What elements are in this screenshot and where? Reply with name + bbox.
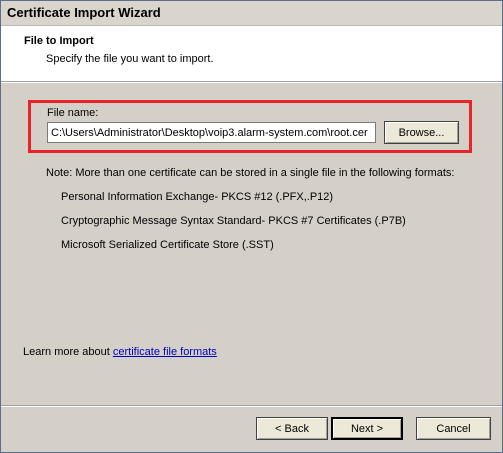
page-title: File to Import [24, 35, 94, 47]
footer-divider [1, 405, 502, 407]
cancel-button[interactable]: Cancel [416, 417, 491, 440]
title-bar: Certificate Import Wizard [1, 1, 502, 26]
learn-more-prefix: Learn more about [23, 346, 113, 358]
format-item-sst: Microsoft Serialized Certificate Store (… [61, 239, 274, 251]
learn-more-text: Learn more about certificate file format… [23, 346, 217, 358]
formats-note: Note: More than one certificate can be s… [46, 167, 455, 179]
next-button[interactable]: Next > [331, 417, 403, 440]
certificate-file-formats-link[interactable]: certificate file formats [113, 346, 217, 358]
back-button[interactable]: < Back [256, 417, 328, 440]
file-name-label: File name: [47, 107, 99, 119]
header-divider [1, 81, 502, 83]
certificate-import-wizard-window: Certificate Import Wizard File to Import… [0, 0, 503, 453]
window-title: Certificate Import Wizard [7, 5, 161, 20]
format-item-pfx: Personal Information Exchange- PKCS #12 … [61, 191, 334, 203]
format-item-p7b: Cryptographic Message Syntax Standard- P… [61, 215, 406, 227]
file-name-input[interactable] [47, 122, 376, 143]
wizard-header: File to Import Specify the file you want… [1, 26, 502, 81]
page-subtitle: Specify the file you want to import. [46, 53, 214, 65]
browse-button[interactable]: Browse... [384, 121, 459, 144]
